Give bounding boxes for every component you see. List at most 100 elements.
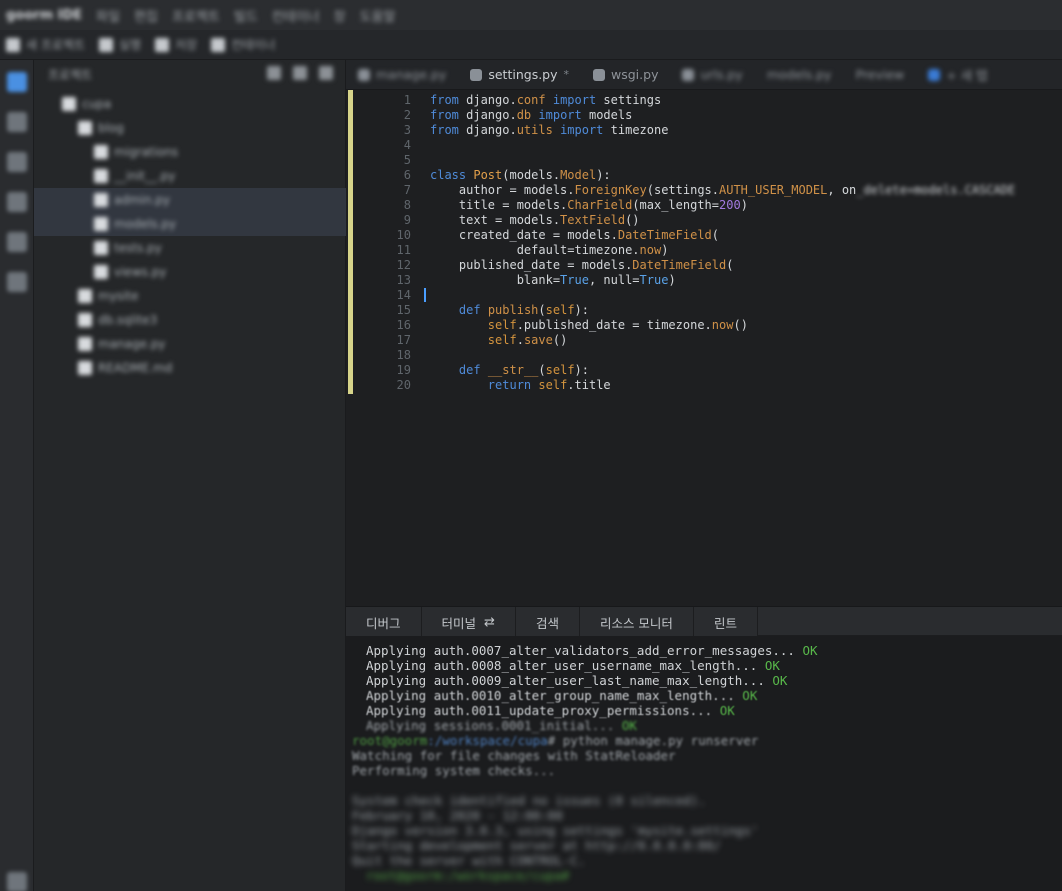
tree-item[interactable]: __init__.py [34, 164, 346, 188]
tree-item-label: db.sqlite3 [98, 313, 158, 327]
code-line: 10 created_date = models.DateTimeField( [396, 228, 719, 242]
tree-item[interactable]: db.sqlite3 [34, 308, 346, 332]
settings-icon[interactable] [7, 872, 27, 891]
container-panel-icon[interactable] [7, 272, 27, 292]
terminal-line: Watching for file changes with StatReloa… [352, 748, 676, 763]
menu-file[interactable]: 파일 [96, 6, 120, 25]
explorer-header: 프로젝트 [34, 60, 345, 88]
tree-item-label: views.py [114, 265, 167, 279]
activity-bar [0, 60, 34, 891]
toolbar: 새 프로젝트 실행 저장 컨테이너 [0, 30, 1062, 60]
new-project-button[interactable]: 새 프로젝트 [6, 36, 85, 53]
terminal-line: Applying auth.0009_alter_user_last_name_… [366, 673, 788, 688]
refresh-icon[interactable] [319, 66, 333, 80]
menu-help[interactable]: 도움말 [360, 6, 396, 25]
tree-item-label: models.py [114, 217, 177, 231]
tab-debug[interactable]: 디버그 [346, 607, 422, 637]
terminal-line: Applying sessions.0001_initial... OK [366, 718, 637, 733]
text-cursor [424, 288, 426, 302]
tree-item-label: README.md [98, 361, 173, 375]
terminal[interactable]: Applying auth.0007_alter_validators_add_… [346, 636, 1062, 891]
menu-container[interactable]: 컨테이너 [272, 6, 320, 25]
tree-item[interactable]: views.py [34, 260, 346, 284]
terminal-prompt-line: root@goorm:/workspace/cupa# [366, 868, 570, 883]
tree-item[interactable]: blog [34, 116, 346, 140]
run-icon [99, 37, 114, 52]
tab-terminal[interactable]: 터미널 ⇄ [422, 607, 516, 637]
file-icon [94, 217, 108, 231]
git-icon[interactable] [7, 152, 27, 172]
code-line: 1 from django.conf import settings [403, 93, 662, 107]
folder-icon [78, 289, 92, 303]
tree-item[interactable]: models.py [34, 212, 346, 236]
tree-item[interactable]: tests.py [34, 236, 346, 260]
folder-icon [78, 313, 92, 327]
tree-item-label: __init__.py [114, 169, 176, 183]
file-icon [94, 265, 108, 279]
terminal-line: Applying auth.0008_alter_user_username_m… [366, 658, 780, 673]
menu-bar: goorm IDE 파일 편집 프로젝트 빌드 컨테이너 창 도움말 [0, 0, 1062, 30]
code-line: 6 class Post(models.Model): [403, 168, 611, 182]
save-button[interactable]: 저장 [155, 36, 197, 53]
tab-models-py[interactable]: models.py [755, 60, 844, 90]
terminal-line: February 10, 2020 - 12:00:00 [352, 808, 563, 823]
code-line: 17 self.save() [396, 333, 568, 347]
extensions-icon[interactable] [7, 232, 27, 252]
python-file-icon [593, 68, 606, 81]
code-line: 2 from django.db import models [403, 108, 633, 122]
code-line: 3 from django.utils import timezone [403, 123, 669, 137]
code-line: 5 [403, 153, 411, 167]
tab-new[interactable]: + 새 탭 [916, 60, 999, 90]
tab-resource-monitor[interactable]: 리소스 모니터 [580, 607, 694, 637]
tree-item[interactable]: cupa [34, 92, 346, 116]
app-logo: goorm IDE [6, 7, 83, 23]
code-line: 11 default=timezone.now) [396, 243, 669, 257]
tab-urls-py[interactable]: urls.py [670, 60, 754, 90]
tree-item-label: manage.py [98, 337, 166, 351]
menu-build[interactable]: 빌드 [234, 6, 258, 25]
refresh-icon[interactable]: ⇄ [484, 615, 495, 630]
folder-icon[interactable] [7, 112, 27, 132]
tree-item[interactable]: admin.py [34, 188, 346, 212]
explorer-icon[interactable] [7, 72, 27, 92]
new-file-icon[interactable] [267, 66, 281, 80]
terminal-line: Starting development server at http://0.… [352, 838, 721, 853]
tab-preview[interactable]: Preview [844, 60, 917, 90]
code-line: 20 return self.title [396, 378, 611, 392]
code-line: 7 author = models.ForeignKey(settings.AU… [403, 183, 1016, 197]
folder-icon [78, 361, 92, 375]
tree-item[interactable]: mysite [34, 284, 346, 308]
code-editor[interactable]: 1 from django.conf import settings 2 from … [346, 90, 1062, 605]
tree-item[interactable]: README.md [34, 356, 346, 380]
menu-project[interactable]: 프로젝트 [172, 6, 220, 25]
file-icon [94, 169, 108, 183]
tree-item-label: cupa [82, 97, 112, 111]
menu-window[interactable]: 창 [334, 6, 346, 25]
code-line: 19 def __str__(self): [396, 363, 589, 377]
python-file-icon [358, 68, 370, 81]
tab-lint[interactable]: 린트 [694, 607, 758, 637]
code-line: 4 [403, 138, 411, 152]
code-line: 13 blank=True, null=True) [396, 273, 676, 287]
file-icon [94, 145, 108, 159]
container-button[interactable]: 컨테이너 [211, 36, 275, 53]
new-folder-icon[interactable] [293, 66, 307, 80]
code-line: 15 def publish(self): [396, 303, 589, 317]
menu-edit[interactable]: 편집 [134, 6, 158, 25]
run-button[interactable]: 실행 [99, 36, 141, 53]
code-line: 9 text = models.TextField() [403, 213, 640, 227]
tree-item[interactable]: manage.py [34, 332, 346, 356]
editor-tabs: manage.py settings.py * wsgi.py urls.py m… [346, 60, 1062, 90]
terminal-line: Performing system checks... [352, 763, 556, 778]
tab-search[interactable]: 검색 [516, 607, 580, 637]
terminal-line: Applying auth.0010_alter_group_name_max_… [366, 688, 758, 703]
python-file-icon [682, 68, 695, 81]
tab-manage-py[interactable]: manage.py [346, 60, 458, 90]
debug-icon[interactable] [7, 192, 27, 212]
file-icon [94, 193, 108, 207]
file-icon [94, 241, 108, 255]
folder-icon [78, 121, 92, 135]
tab-wsgi-py[interactable]: wsgi.py [581, 60, 670, 90]
tab-settings-py[interactable]: settings.py * [458, 60, 581, 90]
tree-item[interactable]: migrations [34, 140, 346, 164]
